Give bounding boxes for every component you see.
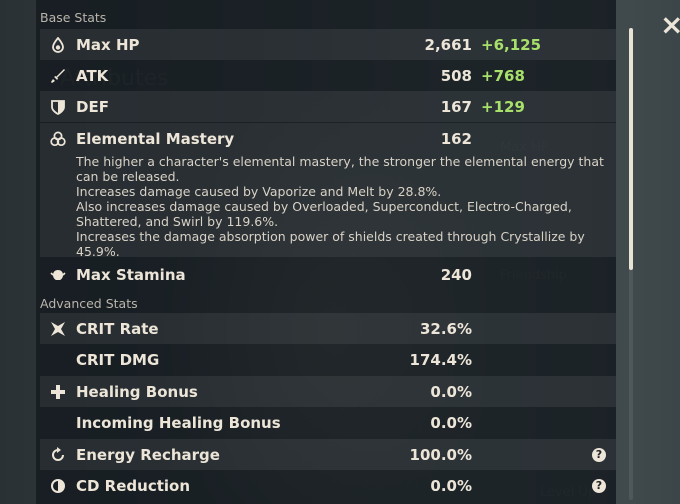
stat-bonus: +768: [481, 66, 525, 85]
stat-name: Elemental Mastery: [76, 129, 235, 148]
stat-value: 0.0%: [430, 413, 472, 432]
stat-bonus: +129: [481, 97, 525, 116]
hp-droplet-icon: [40, 36, 76, 53]
description-line: Increases damage caused by Vaporize and …: [76, 184, 442, 199]
close-icon[interactable]: ×: [660, 11, 680, 39]
stat-name: CRIT DMG: [76, 350, 160, 369]
stat-name: Healing Bonus: [76, 382, 198, 401]
stat-row-max-stamina: Max Stamina 240: [40, 259, 616, 290]
stat-name: Energy Recharge: [76, 445, 220, 464]
stat-name: ATK: [76, 66, 109, 85]
stat-name: DEF: [76, 97, 109, 116]
stat-value: 0.0%: [430, 476, 472, 495]
stat-row-elemental-mastery: Elemental Mastery 162: [40, 123, 616, 154]
scrollbar-thumb[interactable]: [629, 28, 633, 270]
stat-row-healing-bonus: Healing Bonus 0.0%: [40, 376, 616, 407]
help-icon[interactable]: ?: [592, 478, 606, 493]
stat-value: 508: [440, 66, 472, 85]
description-line: Increases the damage absorption power of…: [76, 229, 585, 259]
stat-bonus: +6,125: [481, 35, 542, 54]
help-icon[interactable]: ?: [592, 447, 606, 462]
stat-row-crit-dmg: CRIT DMG 174.4%: [40, 344, 616, 375]
cd-reduction-icon: [40, 478, 76, 494]
stat-row-def: DEF 167 +129: [40, 91, 616, 122]
stat-value: 32.6%: [419, 319, 472, 338]
stat-value: 240: [440, 265, 472, 284]
stat-row-atk: ATK 508 +768: [40, 60, 616, 91]
shield-icon: [40, 99, 76, 115]
energy-recharge-icon: [40, 446, 76, 463]
stat-value: 162: [440, 129, 472, 148]
stat-row-cd-reduction: CD Reduction 0.0% ?: [40, 470, 616, 501]
base-stats-heading: Base Stats: [40, 10, 107, 25]
crit-star-icon: [40, 321, 76, 337]
stat-value: 167: [440, 97, 472, 116]
stat-name: Max Stamina: [76, 265, 186, 284]
description-line: The higher a character's elemental maste…: [76, 154, 604, 184]
elemental-mastery-icon: [40, 131, 76, 147]
stat-name: CRIT Rate: [76, 319, 159, 338]
stat-value: 174.4%: [409, 350, 472, 369]
advanced-stats-heading: Advanced Stats: [40, 296, 138, 311]
stat-row-energy-recharge: Energy Recharge 100.0% ?: [40, 439, 616, 470]
stat-name: CD Reduction: [76, 476, 191, 495]
stat-row-max-hp: Max HP 2,661 +6,125: [40, 29, 616, 60]
stat-name: Incoming Healing Bonus: [76, 413, 281, 432]
stat-value: 100.0%: [409, 445, 472, 464]
stamina-icon: [40, 267, 76, 283]
sword-icon: [40, 68, 76, 84]
stat-row-crit-rate: CRIT Rate 32.6%: [40, 313, 616, 344]
stat-value: 2,661: [424, 35, 472, 54]
description-line: Also increases damage caused by Overload…: [76, 199, 572, 229]
stat-row-incoming-healing-bonus: Incoming Healing Bonus 0.0%: [40, 407, 616, 438]
healing-cross-icon: [40, 384, 76, 399]
elemental-mastery-description: The higher a character's elemental maste…: [76, 154, 606, 259]
stat-value: 0.0%: [430, 382, 472, 401]
